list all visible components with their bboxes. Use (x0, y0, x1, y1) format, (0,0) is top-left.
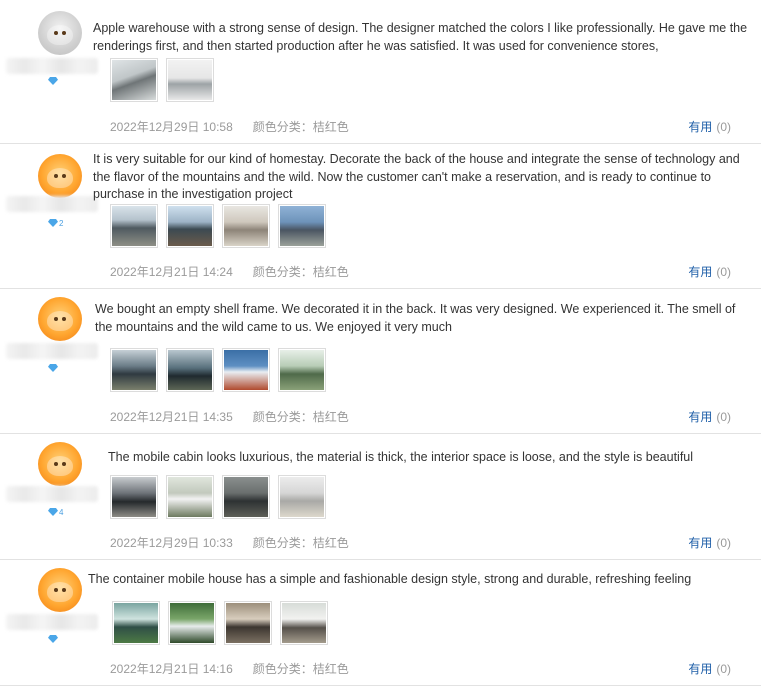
useful-count: (0) (716, 410, 731, 424)
review-text: It is very suitable for our kind of home… (93, 152, 740, 201)
review-photos (110, 475, 326, 519)
color-variant: 颜色分类：桔红色 (252, 410, 349, 424)
review-photo[interactable] (222, 348, 270, 392)
review-text: We bought an empty shell frame. We decor… (95, 302, 736, 334)
review-photo[interactable] (166, 475, 214, 519)
color-variant: 颜色分类：桔红色 (252, 265, 349, 279)
member-badge (48, 363, 70, 373)
review-item: The container mobile house has a simple … (0, 560, 761, 686)
review-photo[interactable] (166, 204, 214, 248)
useful-count: (0) (716, 536, 731, 550)
badge-level: 4 (59, 507, 64, 517)
review-photo[interactable] (112, 601, 160, 645)
diamond-icon (48, 635, 58, 643)
review-date: 2022年12月21日 14:16 (110, 662, 233, 676)
useful-count: (0) (716, 662, 731, 676)
color-variant: 颜色分类：桔红色 (252, 662, 349, 676)
diamond-icon (48, 77, 58, 85)
review-photos (110, 58, 214, 102)
useful-count: (0) (716, 265, 731, 279)
review-photos (112, 601, 328, 645)
review-photo[interactable] (110, 204, 158, 248)
review-meta: 2022年12月21日 14:16 颜色分类：桔红色 (110, 660, 349, 677)
avatar[interactable] (38, 568, 82, 612)
reviewer-name-blurred (6, 343, 98, 359)
diamond-icon (48, 508, 58, 516)
review-photo[interactable] (278, 348, 326, 392)
useful-vote: 有用 (0) (688, 660, 731, 677)
reviewer-name-blurred (6, 614, 98, 630)
review-photo[interactable] (110, 475, 158, 519)
review-photo[interactable] (110, 58, 158, 102)
review-meta: 2022年12月29日 10:33 颜色分类：桔红色 (110, 534, 349, 551)
reviewer-info (0, 560, 100, 685)
review-date: 2022年12月29日 10:58 (110, 120, 233, 134)
avatar[interactable] (38, 442, 82, 486)
review-item: Apple warehouse with a strong sense of d… (0, 0, 761, 144)
reviewer-name-blurred (6, 58, 98, 74)
review-date: 2022年12月29日 10:33 (110, 536, 233, 550)
member-badge: 4 (48, 507, 70, 517)
useful-button[interactable]: 有用 (688, 120, 712, 134)
useful-button[interactable]: 有用 (688, 265, 712, 279)
reviewer-name-blurred (6, 486, 98, 502)
useful-vote: 有用 (0) (688, 118, 731, 135)
review-photos (110, 348, 326, 392)
review-text: The mobile cabin looks luxurious, the ma… (108, 450, 694, 464)
color-variant: 颜色分类：桔红色 (252, 120, 349, 134)
review-photo[interactable] (166, 348, 214, 392)
useful-vote: 有用 (0) (688, 408, 731, 425)
review-photo[interactable] (166, 58, 214, 102)
review-item: 4 The mobile cabin looks luxurious, the … (0, 434, 761, 560)
review-photo[interactable] (110, 348, 158, 392)
reviewer-info (0, 289, 100, 433)
member-badge: 2 (48, 218, 70, 228)
reviewer-info: 4 (0, 434, 100, 559)
review-photo[interactable] (278, 204, 326, 248)
useful-button[interactable]: 有用 (688, 662, 712, 676)
reviewer-info (0, 0, 100, 143)
color-variant: 颜色分类：桔红色 (252, 536, 349, 550)
diamond-icon (48, 219, 58, 227)
reviewer-name-blurred (6, 196, 98, 212)
member-badge (48, 634, 70, 644)
review-meta: 2022年12月21日 14:24 颜色分类：桔红色 (110, 263, 349, 280)
review-meta: 2022年12月29日 10:58 颜色分类：桔红色 (110, 118, 349, 135)
avatar[interactable] (38, 11, 82, 55)
review-photo[interactable] (222, 475, 270, 519)
review-meta: 2022年12月21日 14:35 颜色分类：桔红色 (110, 408, 349, 425)
review-date: 2022年12月21日 14:35 (110, 410, 233, 424)
badge-level: 2 (59, 218, 64, 228)
useful-button[interactable]: 有用 (688, 410, 712, 424)
member-badge (48, 76, 70, 86)
useful-count: (0) (716, 120, 731, 134)
review-photos (110, 204, 326, 248)
review-date: 2022年12月21日 14:24 (110, 265, 233, 279)
review-photo[interactable] (168, 601, 216, 645)
diamond-icon (48, 364, 58, 372)
review-item: We bought an empty shell frame. We decor… (0, 289, 761, 434)
review-photo[interactable] (278, 475, 326, 519)
useful-button[interactable]: 有用 (688, 536, 712, 550)
avatar[interactable] (38, 154, 82, 198)
review-item: 2 It is very suitable for our kind of ho… (0, 144, 761, 289)
review-photo[interactable] (280, 601, 328, 645)
review-text: Apple warehouse with a strong sense of d… (93, 21, 748, 53)
review-photo[interactable] (224, 601, 272, 645)
useful-vote: 有用 (0) (688, 534, 731, 551)
review-text: The container mobile house has a simple … (88, 572, 692, 586)
review-photo[interactable] (222, 204, 270, 248)
reviewer-info: 2 (0, 144, 100, 288)
useful-vote: 有用 (0) (688, 263, 731, 280)
avatar[interactable] (38, 297, 82, 341)
